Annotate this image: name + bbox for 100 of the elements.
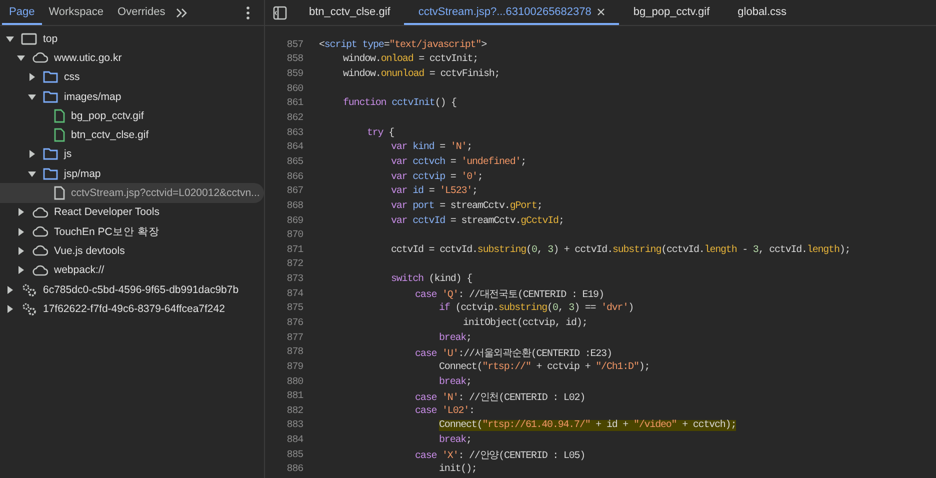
- cloud-icon: [32, 52, 48, 64]
- line-number: 861: [286, 98, 304, 110]
- code-line: cctvId = cctvId.substring(0, 3) + cctvId.substring(cctvId.length - 3, cctvId.length);: [391, 244, 850, 256]
- expand-arrow-icon[interactable]: [17, 246, 25, 255]
- code-line: case 'Q': //대전국토(CENTERID : E19): [415, 288, 604, 302]
- file-tab[interactable]: cctvStream.jsp?...63100265682378: [404, 0, 620, 25]
- line-number: 868: [286, 200, 304, 212]
- cloud-icon: [32, 226, 48, 238]
- line-number: 879: [286, 362, 304, 373]
- tree-item[interactable]: cctvStream.jsp?cctvid=L020012&cctvn...: [0, 183, 264, 203]
- line-number: 880: [286, 376, 304, 388]
- folder-icon: [43, 90, 58, 103]
- tree-item[interactable]: 6c785dc0-c5bd-4596-9f65-db991dac9b7b: [0, 280, 264, 300]
- expand-arrow-icon[interactable]: [6, 286, 14, 294]
- code-line: if (cctvip.substring(0, 3) == 'dvr'): [439, 303, 634, 314]
- code-line: init();: [439, 464, 477, 476]
- tree-item[interactable]: jsp/map: [0, 164, 264, 184]
- line-number: 878: [286, 347, 304, 358]
- line-number: 875: [286, 303, 304, 314]
- line-number: 858: [286, 54, 304, 66]
- cloud-icon: [32, 245, 48, 256]
- code-line: var cctvip = '0';: [391, 172, 483, 183]
- expand-arrow-icon[interactable]: [28, 73, 36, 82]
- tree-item[interactable]: Vue.js devtools: [0, 241, 264, 261]
- line-number: 876: [286, 318, 304, 329]
- expand-arrow-icon[interactable]: [17, 208, 25, 216]
- code-line: initObject(cctvip, id);: [463, 318, 588, 329]
- tree-item[interactable]: TouchEn PC보안 확장: [0, 222, 264, 242]
- expand-arrow-icon[interactable]: [6, 304, 14, 313]
- line-number: 869: [286, 216, 304, 226]
- code-line: Connect("rtsp://" + cctvip + "/Ch1:D");: [439, 362, 650, 373]
- line-number: 874: [286, 288, 304, 300]
- expand-arrow-icon[interactable]: [17, 54, 25, 62]
- line-number: 873: [286, 274, 304, 286]
- line-number: 886: [286, 464, 304, 476]
- code-line: case 'X': //안양(CENTERID : L05): [415, 450, 586, 462]
- folder-icon: [43, 71, 58, 84]
- gears-icon: [21, 302, 37, 316]
- navigator-tab[interactable]: Page: [2, 0, 42, 25]
- code-line: case 'U'://서울외곽순환(CENTERID :E23): [415, 348, 612, 360]
- line-number: 881: [286, 391, 304, 402]
- tree-item[interactable]: images/map: [0, 86, 264, 106]
- tree-item[interactable]: www.utic.go.kr: [0, 48, 264, 68]
- code-line: case 'N': //인천(CENTERID : L02): [415, 392, 586, 404]
- cloud-icon: [32, 206, 48, 218]
- code-line: window.onunload = cctvFinish;: [343, 69, 500, 80]
- navigator-tab[interactable]: Overrides: [110, 0, 172, 25]
- tree-item[interactable]: js: [0, 144, 264, 164]
- code-line: var cctvId = streamCctv.gCctvId;: [391, 216, 564, 226]
- folder-icon: [43, 148, 58, 160]
- file-tab[interactable]: btn_cctv_clse.gif: [295, 0, 404, 25]
- close-icon[interactable]: [597, 8, 606, 16]
- tree-item[interactable]: btn_cctv_clse.gif: [0, 125, 264, 145]
- cloud-icon: [32, 264, 48, 276]
- line-number: 857: [286, 40, 304, 51]
- line-number: 870: [286, 230, 304, 242]
- line-number: 864: [286, 142, 304, 154]
- line-number: 885: [286, 450, 304, 461]
- line-number: 862: [286, 113, 304, 124]
- expand-arrow-icon[interactable]: [17, 228, 25, 236]
- expand-arrow-icon[interactable]: [28, 150, 36, 158]
- line-number: 866: [286, 172, 304, 183]
- line-number: 860: [286, 84, 304, 95]
- expand-arrow-icon[interactable]: [28, 170, 36, 178]
- menu-icon[interactable]: [246, 6, 250, 20]
- file-icon: [54, 186, 65, 200]
- tree-item[interactable]: React Developer Tools: [0, 202, 264, 222]
- code-line: window.onload = cctvInit;: [343, 54, 478, 66]
- code-line: var cctvch = 'undefined';: [391, 156, 526, 168]
- toggle-sidebar-icon[interactable]: [273, 6, 287, 20]
- line-number: 883: [286, 420, 304, 432]
- line-number: 884: [286, 435, 304, 446]
- code-line: break;: [439, 435, 472, 446]
- line-number: 872: [286, 259, 304, 270]
- expand-arrow-icon[interactable]: [28, 92, 36, 101]
- code-line: var id = 'L523';: [391, 186, 478, 198]
- code-line: switch (kind) {: [391, 274, 472, 286]
- line-number: 863: [286, 128, 304, 139]
- expand-arrow-icon[interactable]: [6, 34, 14, 43]
- tree-item[interactable]: webpack://: [0, 260, 264, 280]
- code-line: function cctvInit() {: [343, 98, 456, 110]
- tree-item[interactable]: top: [0, 29, 264, 48]
- file-tab[interactable]: bg_pop_cctv.gif: [619, 0, 724, 25]
- file-icon: [54, 108, 65, 123]
- navigator-tab[interactable]: Workspace: [42, 0, 111, 25]
- tree-item[interactable]: bg_pop_cctv.gif: [0, 106, 264, 126]
- line-number: 867: [286, 186, 304, 198]
- expand-arrow-icon[interactable]: [17, 266, 25, 274]
- more-tabs-icon[interactable]: [176, 8, 188, 18]
- line-number: 865: [286, 156, 304, 168]
- gears-icon: [21, 282, 37, 296]
- line-number: 882: [286, 406, 304, 417]
- code-line: var port = streamCctv.gPort;: [391, 200, 542, 212]
- file-icon: [54, 128, 65, 142]
- frame-icon: [21, 32, 37, 45]
- line-number: 859: [286, 69, 304, 80]
- tree-item[interactable]: 17f62622-f7fd-49c6-8379-64ffcea7f242: [0, 299, 264, 318]
- tree-item[interactable]: css: [0, 68, 264, 87]
- line-number: 877: [286, 332, 304, 344]
- file-tab[interactable]: global.css: [724, 0, 801, 25]
